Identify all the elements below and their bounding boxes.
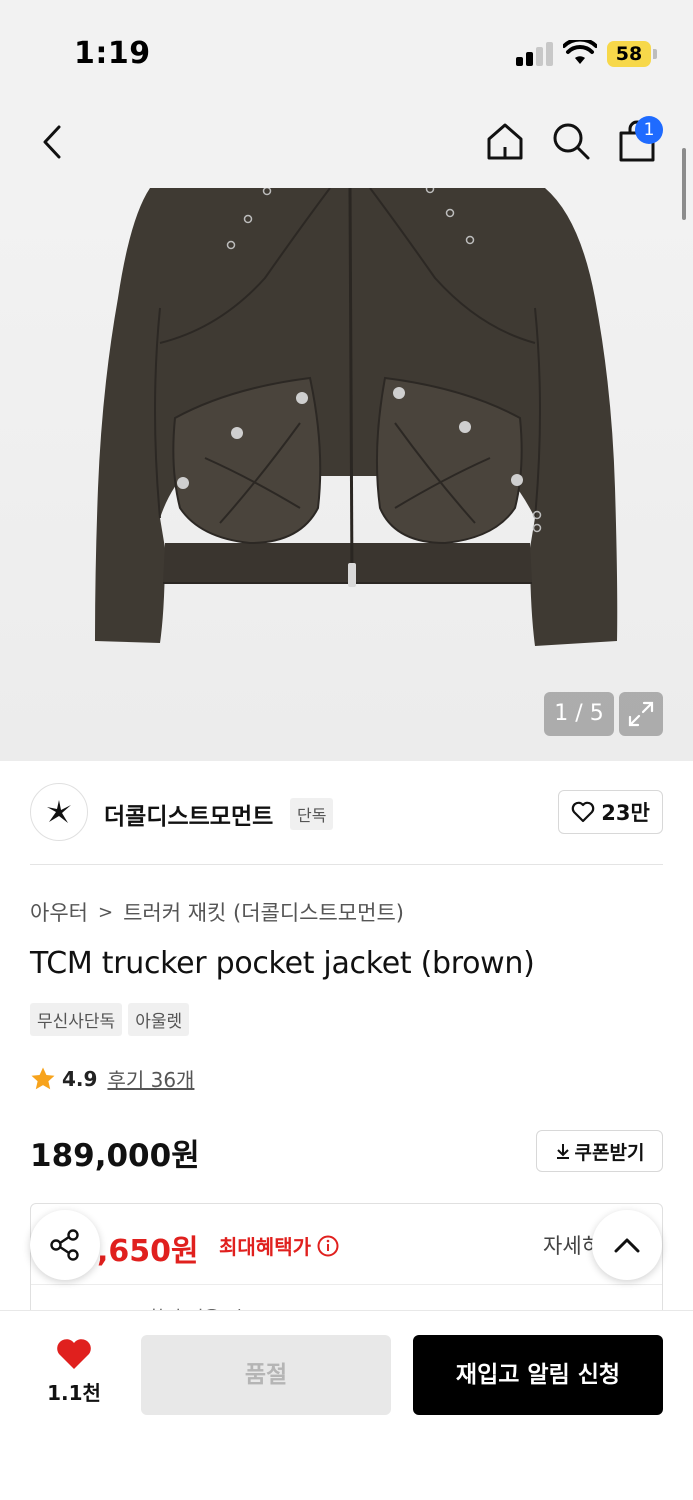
rating-score: 4.9 — [62, 1066, 98, 1091]
tag-outlet: 아울렛 — [128, 1003, 190, 1036]
wishlist-button[interactable]: 1.1천 — [40, 1337, 108, 1407]
soldout-button: 품절 — [141, 1335, 391, 1415]
download-icon — [556, 1144, 569, 1159]
product-title: TCM trucker pocket jacket (brown) — [30, 946, 535, 981]
brand-row: 더콜디스트모먼트 단독 23만 — [30, 783, 663, 865]
product-image — [95, 188, 618, 646]
tag-exclusive: 무신사단독 — [30, 1003, 123, 1036]
max-benefit-text: 최대혜택가 — [219, 1235, 311, 1259]
coupon-label: 쿠폰받기 — [574, 1141, 645, 1164]
exclusive-tag: 단독 — [290, 798, 334, 830]
chevron-up-icon — [614, 1238, 640, 1253]
brand-like-button[interactable]: 23만 — [558, 790, 663, 834]
expand-icon — [628, 701, 654, 727]
status-time: 1:19 — [74, 36, 151, 71]
share-button[interactable] — [30, 1210, 100, 1280]
star-icon — [31, 1067, 55, 1089]
star-burst-logo-icon — [47, 800, 71, 823]
restock-alert-button[interactable]: 재입고 알림 신청 — [413, 1335, 663, 1415]
battery-indicator: 58 — [607, 41, 651, 67]
search-button[interactable] — [546, 116, 596, 166]
home-icon — [487, 123, 523, 160]
brand-name[interactable]: 더콜디스트모먼트 — [104, 797, 273, 831]
max-benefit-box[interactable]: ,650원 최대혜택가 자세히 ...할인 적용 시 — [30, 1203, 663, 1323]
chevron-left-icon — [43, 125, 61, 159]
scroll-to-top-button[interactable] — [592, 1210, 662, 1280]
max-benefit-label: 최대혜택가 — [219, 1231, 339, 1260]
cart-count-badge: 1 — [635, 116, 663, 144]
info-icon[interactable] — [317, 1235, 339, 1257]
breadcrumb-category[interactable]: 아우터 — [30, 897, 88, 927]
heart-filled-icon — [57, 1339, 91, 1369]
product-image-gallery[interactable]: 1 / 5 — [0, 188, 693, 761]
brand-logo[interactable] — [30, 783, 88, 841]
product-tags: 무신사단독 아울렛 — [30, 1003, 190, 1036]
max-benefit-price: ,650원 — [97, 1234, 199, 1269]
battery-tip — [653, 49, 657, 59]
product-price: 189,000원 — [30, 1138, 200, 1174]
breadcrumb: 아우터 > 트러커 재킷 (더콜디스트모먼트) — [30, 897, 404, 927]
coupon-button[interactable]: 쿠폰받기 — [536, 1130, 663, 1172]
home-button[interactable] — [480, 116, 530, 166]
bottom-action-bar: 1.1천 품절 재입고 알림 신청 — [0, 1310, 693, 1500]
wishlist-count: 1.1천 — [47, 1381, 101, 1405]
breadcrumb-subcategory[interactable]: 트러커 재킷 (더콜디스트모먼트) — [123, 897, 404, 927]
search-icon — [553, 123, 590, 160]
brand-like-count: 23만 — [601, 801, 650, 825]
signal-icon — [516, 42, 554, 66]
share-icon — [50, 1229, 79, 1261]
back-button[interactable] — [30, 118, 74, 166]
review-link[interactable]: 후기 36개 — [107, 1064, 194, 1093]
rating-row: 4.9 후기 36개 — [30, 1064, 194, 1093]
scroll-indicator[interactable] — [682, 148, 686, 220]
top-nav — [0, 100, 693, 188]
image-page-counter: 1 / 5 — [544, 692, 614, 736]
expand-image-button[interactable] — [619, 692, 663, 736]
wifi-icon — [563, 40, 597, 64]
heart-outline-icon — [571, 801, 595, 823]
divider — [31, 1284, 662, 1285]
status-bar: 1:19 58 — [0, 0, 693, 100]
chevron-right-icon: > — [97, 901, 114, 923]
